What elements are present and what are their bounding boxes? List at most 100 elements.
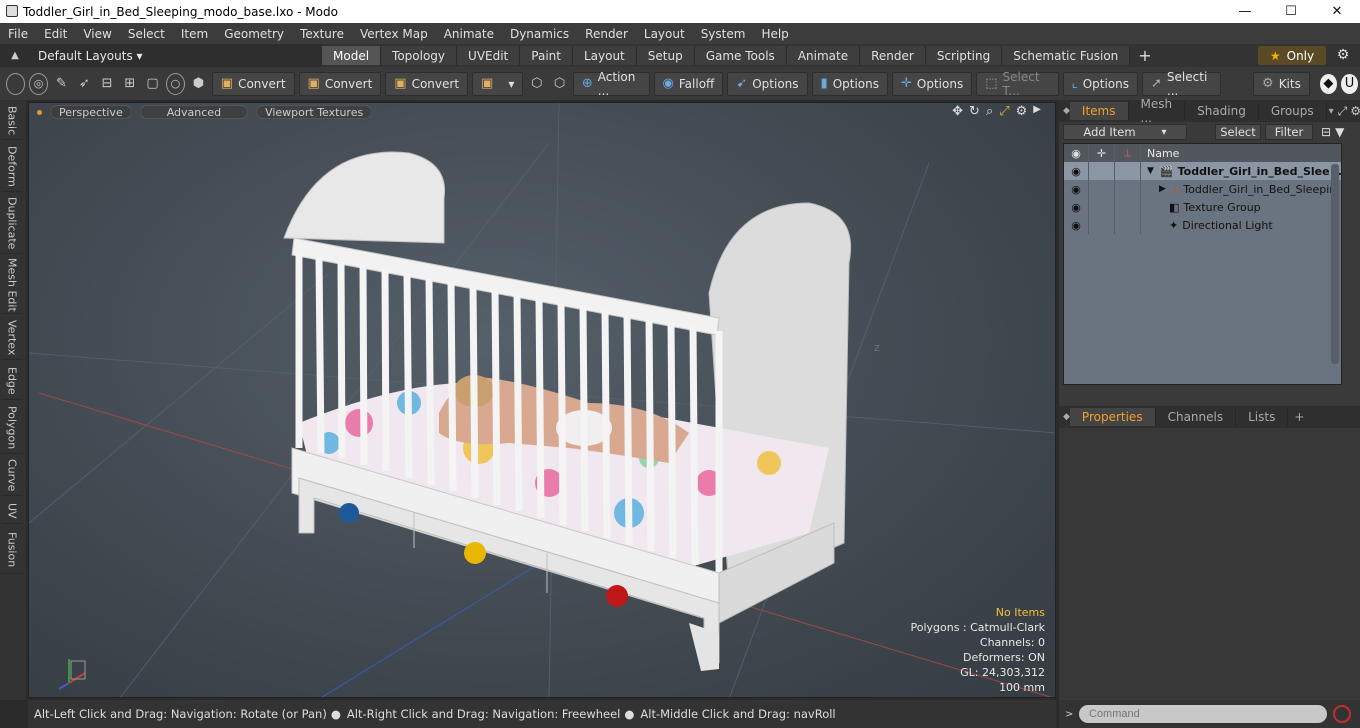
list-item[interactable]: ◉ ▶ ⟂ Toddler_Girl_in_Bed_Sleepin ... <box>1064 180 1341 198</box>
tab-mesh[interactable]: Mesh ... <box>1129 97 1186 125</box>
minimize-button[interactable]: — <box>1222 0 1268 23</box>
perspective-button[interactable]: Perspective <box>50 105 132 119</box>
convert-button-3[interactable]: ▣ Convert <box>385 71 469 96</box>
snapping-icon[interactable]: ⬡ <box>550 73 569 95</box>
item-mode-icon[interactable]: ▢ <box>143 73 162 95</box>
material-icon[interactable]: ○ <box>165 72 186 95</box>
tab-animate[interactable]: Animate <box>786 46 861 65</box>
unreal-icon[interactable]: U <box>1340 73 1358 94</box>
only-toggle-button[interactable]: ★ Only <box>1258 46 1326 65</box>
vtab-curve[interactable]: Curve <box>2 456 22 496</box>
item-list-scrollbar[interactable] <box>1331 164 1339 364</box>
falloff-button[interactable]: ◉ Falloff <box>653 71 724 96</box>
rotate-icon[interactable]: ↻ <box>969 104 980 119</box>
menu-item[interactable]: Item <box>173 27 216 41</box>
options-button-1[interactable]: ➹ Options <box>727 71 808 96</box>
vertices-mode-icon[interactable] <box>6 72 26 95</box>
polygons-icon[interactable]: ⊞ <box>120 73 139 95</box>
tab-setup[interactable]: Setup <box>636 46 695 65</box>
menu-system[interactable]: System <box>693 27 754 41</box>
add-tab-button[interactable]: + <box>1294 410 1304 424</box>
viewport-settings-icon[interactable]: ⚙ <box>1016 104 1028 119</box>
zoom-icon[interactable]: ⌕ <box>986 104 993 119</box>
menu-file[interactable]: File <box>0 27 36 41</box>
vtab-polygon[interactable]: Polygon <box>2 402 22 454</box>
menu-help[interactable]: Help <box>753 27 796 41</box>
shield-icon[interactable]: ⬢ <box>189 73 208 95</box>
action-center-button[interactable]: ⊕ Action ... <box>572 70 650 98</box>
tab-render[interactable]: Render <box>860 46 926 65</box>
tab-lists[interactable]: Lists <box>1236 408 1289 426</box>
vtab-mesh-edit[interactable]: Mesh Edit <box>2 256 22 314</box>
menu-select[interactable]: Select <box>120 27 173 41</box>
list-item[interactable]: ◉ ◧ Texture Group <box>1064 198 1341 216</box>
panel-menu-icon[interactable]: ◆ <box>1063 106 1070 116</box>
pop-out-icon[interactable]: ⤢ <box>1338 104 1348 119</box>
add-item-button[interactable]: Add Item ▾ <box>1063 124 1187 140</box>
vtab-uv[interactable]: UV <box>2 498 22 524</box>
tab-model[interactable]: Model <box>322 46 382 65</box>
lasso-icon[interactable]: ➶ <box>75 73 94 95</box>
list-item[interactable]: ◉ ▼ 🎬 Toddler_Girl_in_Bed_Slee ... <box>1064 162 1341 180</box>
chevron-down-icon[interactable]: ▾ <box>1329 106 1334 117</box>
panel-menu-icon[interactable]: ◆ <box>1063 412 1070 422</box>
collapse-icon[interactable]: ⊟ <box>1321 125 1331 139</box>
options-button-2[interactable]: ▮ Options <box>811 71 888 96</box>
options-button-3[interactable]: ✛ Options <box>892 71 973 96</box>
expand-right-icon[interactable]: ▶ <box>1033 104 1041 119</box>
default-layouts-dropdown[interactable]: ▲ Default Layouts ▾ <box>0 44 322 67</box>
tab-layout[interactable]: Layout <box>572 46 637 65</box>
eye-icon[interactable]: ◉ <box>1064 183 1088 196</box>
advanced-button[interactable]: Advanced <box>139 105 249 119</box>
tab-game-tools[interactable]: Game Tools <box>694 46 787 65</box>
vtab-edge[interactable]: Edge <box>2 362 22 400</box>
tab-groups[interactable]: Groups <box>1259 102 1327 120</box>
viewport-textures-button[interactable]: Viewport Textures <box>256 105 373 119</box>
vtab-duplicate[interactable]: Duplicate <box>2 194 22 254</box>
kits-button[interactable]: ⚙ Kits <box>1253 71 1310 96</box>
pan-icon[interactable]: ✥ <box>952 104 963 119</box>
eye-icon[interactable]: ◉ <box>1064 165 1088 178</box>
viewport-menu-dot[interactable] <box>37 109 42 115</box>
vtab-deform[interactable]: Deform <box>2 142 22 192</box>
select-button[interactable]: Select <box>1215 124 1261 140</box>
list-item[interactable]: ◉ ✦ Directional Light <box>1064 216 1341 234</box>
eye-icon[interactable]: ◉ <box>1064 219 1088 232</box>
collapsed-triangle-icon[interactable]: ▶ <box>1159 184 1166 194</box>
tab-items[interactable]: Items <box>1069 102 1129 120</box>
tab-channels[interactable]: Channels <box>1156 408 1237 426</box>
tab-shading[interactable]: Shading <box>1185 102 1259 120</box>
close-button[interactable]: ✕ <box>1314 0 1360 23</box>
menu-vertex-map[interactable]: Vertex Map <box>352 27 436 41</box>
gear-icon[interactable]: ⚙ <box>1334 47 1352 64</box>
menu-view[interactable]: View <box>75 27 119 41</box>
maximize-icon[interactable]: ⤢ <box>999 104 1009 119</box>
select-through-button[interactable]: ⬚ Select T... <box>976 70 1059 98</box>
cube-dropdown-button[interactable]: ▣ ▾ <box>472 71 524 96</box>
menu-layout[interactable]: Layout <box>636 27 693 41</box>
3d-viewport[interactable]: z Perspective Advanced Viewport Textures… <box>28 102 1056 698</box>
menu-animate[interactable]: Animate <box>436 27 502 41</box>
tab-topology[interactable]: Topology <box>381 46 458 65</box>
maximize-button[interactable]: ☐ <box>1268 0 1314 23</box>
eye-icon[interactable]: ◉ <box>1064 201 1088 214</box>
filter-button[interactable]: Filter <box>1265 124 1313 140</box>
tab-uvedit[interactable]: UVEdit <box>457 46 521 65</box>
gear-icon[interactable]: ⚙ <box>1350 104 1360 118</box>
menu-edit[interactable]: Edit <box>36 27 75 41</box>
menu-texture[interactable]: Texture <box>292 27 352 41</box>
expand-triangle-icon[interactable]: ▼ <box>1147 166 1154 176</box>
vtab-fusion[interactable]: Fusion <box>2 526 22 574</box>
selection-button[interactable]: ➚ Selecti ... <box>1142 70 1222 98</box>
tab-properties[interactable]: Properties <box>1069 408 1156 426</box>
record-stop-icon[interactable] <box>1333 705 1351 723</box>
vtab-vertex[interactable]: Vertex <box>2 316 22 360</box>
vtab-basic[interactable]: Basic <box>2 102 22 140</box>
tab-scripting[interactable]: Scripting <box>925 46 1003 65</box>
menu-dynamics[interactable]: Dynamics <box>502 27 577 41</box>
symmetry-icon[interactable]: ⬡ <box>527 73 546 95</box>
name-column-header[interactable]: Name <box>1140 144 1341 162</box>
edges-icon[interactable]: ⊟ <box>98 73 117 95</box>
tab-schematic-fusion[interactable]: Schematic Fusion <box>1002 46 1131 65</box>
options-button-4[interactable]: ⌞ Options <box>1062 71 1139 96</box>
